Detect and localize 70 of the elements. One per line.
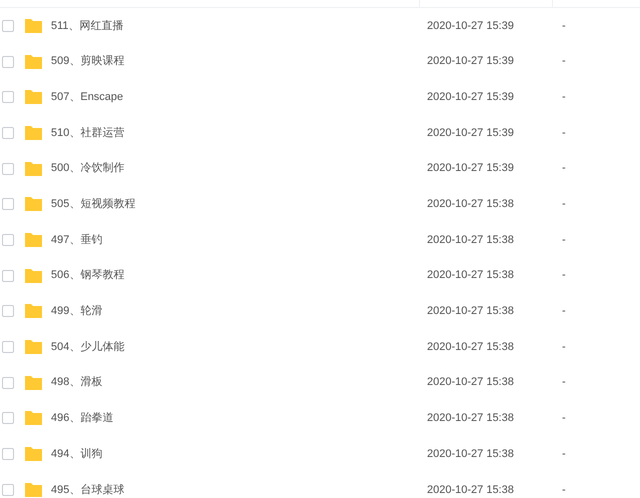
folder-icon [24,410,43,426]
file-size: - [562,20,566,32]
folder-icon [24,303,43,320]
modified-date: 2020-10-27 15:39 [427,162,514,174]
modified-date: 2020-10-27 15:38 [427,234,514,246]
file-size: - [562,484,566,496]
file-name[interactable]: 506、钢琴教程 [51,269,124,282]
modified-date: 2020-10-27 15:38 [427,198,514,210]
file-name[interactable]: 494、训狗 [51,448,102,460]
modified-date: 2020-10-27 15:38 [427,412,514,424]
file-size: - [562,376,566,388]
checkbox[interactable] [2,305,14,318]
checkbox[interactable] [2,484,14,496]
checkbox[interactable] [2,20,14,32]
file-name[interactable]: 505、短视频教程 [51,198,136,210]
checkbox[interactable] [2,448,14,460]
checkbox[interactable] [2,412,14,424]
folder-icon [24,374,43,391]
folder-icon [24,232,43,248]
modified-date: 2020-10-27 15:38 [427,376,514,388]
file-name[interactable]: 500、冷饮制作 [51,162,124,174]
file-name[interactable]: 504、少儿体能 [51,340,124,353]
file-name[interactable]: 495、台球桌球 [51,484,124,496]
folder-icon [24,160,43,177]
checkbox[interactable] [2,270,14,282]
modified-date: 2020-10-27 15:39 [427,55,514,68]
modified-date: 2020-10-27 15:38 [427,340,514,353]
file-name[interactable]: 496、跆拳道 [51,412,114,424]
modified-date: 2020-10-27 15:38 [427,484,514,496]
folder-icon [24,124,43,141]
file-name[interactable]: 499、轮滑 [51,305,102,318]
folder-icon [24,339,43,356]
checkbox[interactable] [2,56,14,68]
file-size: - [562,340,566,353]
modified-date: 2020-10-27 15:38 [427,269,514,282]
file-name[interactable]: 497、垂钓 [51,234,102,246]
folder-icon [24,268,43,284]
checkbox[interactable] [2,91,14,104]
file-name[interactable]: 510、社群运营 [51,126,124,139]
folder-icon [24,18,43,34]
modified-date: 2020-10-27 15:38 [427,448,514,460]
file-size: - [562,126,566,139]
file-size: - [562,234,566,246]
folder-icon [24,89,43,106]
modified-date: 2020-10-27 15:39 [427,90,514,103]
file-name[interactable]: 511、网红直播 [51,20,124,32]
file-name[interactable]: 509、剪映课程 [51,55,124,68]
folder-icon [24,196,43,212]
modified-date: 2020-10-27 15:39 [427,20,514,32]
modified-date: 2020-10-27 15:39 [427,126,514,139]
file-size: - [562,55,566,68]
file-size: - [562,198,566,210]
folder-icon [24,54,43,70]
file-size: - [562,412,566,424]
checkbox[interactable] [2,234,14,246]
folder-icon [24,482,43,498]
folder-icon [24,446,43,462]
checkbox[interactable] [2,162,14,175]
file-name[interactable]: 498、滑板 [51,376,102,388]
file-size: - [562,305,566,318]
file-name[interactable]: 507、Enscape [51,90,124,103]
checkbox[interactable] [2,341,14,354]
checkbox[interactable] [2,198,14,210]
checkbox[interactable] [2,376,14,389]
checkbox[interactable] [2,126,14,139]
file-size: - [562,162,566,174]
file-size: - [562,448,566,460]
file-size: - [562,90,566,103]
file-size: - [562,269,566,282]
modified-date: 2020-10-27 15:38 [427,305,514,318]
